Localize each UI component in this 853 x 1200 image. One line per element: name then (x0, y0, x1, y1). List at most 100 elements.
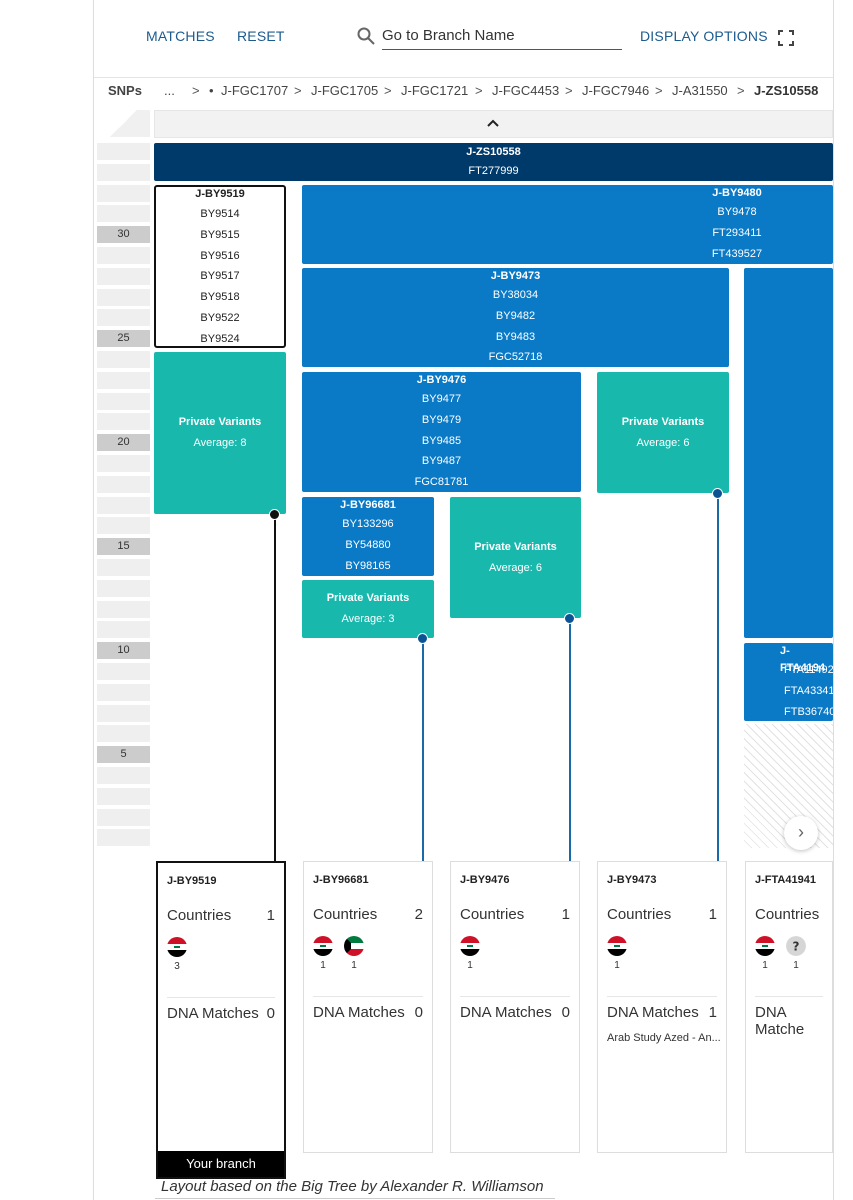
snp-label: FTA11492 (784, 664, 833, 676)
private-variants-by9473[interactable]: Private Variants Average: 6 (597, 372, 729, 493)
breadcrumb-item[interactable]: J-FGC1721 (401, 83, 468, 98)
private-variants-label: Private Variants (326, 592, 410, 604)
private-variants-by9519[interactable]: Private Variants Average: 8 (154, 352, 286, 514)
matches-button[interactable]: MATCHES (146, 28, 215, 44)
breadcrumb-item[interactable]: J-FGC4453 (492, 83, 559, 98)
axis-tick-label: 5 (97, 746, 150, 763)
fullscreen-icon[interactable] (778, 30, 794, 46)
iraq-flag-icon (607, 936, 627, 956)
dna-matches-row: DNA Matches 0 (313, 1004, 423, 1021)
countries-label: Countries (755, 906, 820, 923)
dna-matches-label: DNA Matches (167, 1005, 259, 1022)
axis-cell (97, 351, 150, 368)
axis-cell (97, 559, 150, 576)
display-options-button[interactable]: DISPLAY OPTIONS (640, 28, 768, 44)
branch-block-by9480[interactable]: J-BY9480 BY9478 FT293411 FT439527 (302, 185, 833, 264)
axis-cell (97, 809, 150, 826)
breadcrumb-item[interactable]: J-FGC7946 (582, 83, 649, 98)
reset-button[interactable]: RESET (237, 28, 285, 44)
snp-label: BY9515 (200, 228, 240, 241)
countries-row: Countries 1 (460, 906, 570, 923)
branch-block-unlabeled[interactable] (744, 268, 833, 638)
branch-card[interactable]: J-BY9476 Countries 1 1 DNA Matches 0 (450, 861, 580, 1153)
private-variants-label: Private Variants (474, 541, 557, 553)
match-note[interactable]: Arab Study Azed - An... (607, 1032, 722, 1044)
axis-cell (97, 164, 150, 181)
branch-name: J-BY96681 (340, 499, 396, 511)
branch-name: J-BY9519 (195, 188, 245, 200)
collapse-bar[interactable] (154, 110, 833, 138)
axis-tick-label: 20 (97, 434, 150, 451)
branch-card[interactable]: J-BY9519 Countries 1 3 DNA Matches 0 Your bran… (156, 861, 286, 1179)
branch-block-by96681[interactable]: J-BY96681 BY133296 BY54880 BY98165 (302, 497, 434, 576)
snp-label: BY9524 (200, 332, 240, 345)
search-icon[interactable] (356, 26, 376, 46)
next-arrow-button[interactable]: › (784, 816, 818, 850)
branch-card[interactable]: J-BY9473 Countries 1 1 DNA Matches 1 Arab Stud… (597, 861, 727, 1153)
branch-block-zs10558[interactable]: J-ZS10558 FT277999 (154, 143, 833, 181)
breadcrumb-item[interactable]: J-A31550 (672, 83, 728, 98)
snp-label: BY9485 (421, 434, 462, 447)
breadcrumb-ellipsis[interactable]: ... (164, 83, 175, 98)
breadcrumb-separator: > (737, 83, 745, 98)
branch-name: J-BY9473 (490, 270, 541, 282)
kuwait-flag-icon (344, 936, 364, 956)
chevron-up-icon[interactable] (485, 115, 501, 131)
axis-cell (97, 725, 150, 742)
axis-cell (97, 247, 150, 264)
card-branch-name: J-BY9519 (167, 875, 217, 887)
flag-count: 1 (762, 960, 768, 971)
breadcrumb-current: J-ZS10558 (754, 83, 819, 98)
axis-tick-label: 30 (97, 226, 150, 243)
private-variants-label: Private Variants (621, 416, 705, 428)
branch-search (356, 20, 622, 50)
countries-label: Countries (460, 906, 525, 923)
breadcrumb-item[interactable]: J-FGC1707 (221, 83, 288, 98)
private-variants-by96681[interactable]: Private Variants Average: 3 (302, 580, 434, 638)
axis-cell (97, 393, 150, 410)
branch-block-by9473[interactable]: J-BY9473 BY38034 BY9482 BY9483 FGC52718 (302, 268, 729, 367)
card-branch-name: J-BY9476 (460, 874, 510, 886)
snp-label: BY9514 (200, 208, 240, 220)
search-input[interactable] (382, 22, 622, 50)
divider (167, 997, 275, 998)
branch-name: J-FTA4194 (780, 645, 826, 674)
countries-row: Countries 2 (313, 906, 423, 923)
breadcrumb-item[interactable]: J-FGC1705 (311, 83, 378, 98)
branch-block-fta41941[interactable]: J-FTA4194 FTA11492 FTA43341 FTB36740 (744, 643, 833, 721)
private-variants-by9476[interactable]: Private Variants Average: 6 (450, 497, 581, 618)
card-branch-name: J-BY96681 (313, 874, 369, 886)
snp-label: FTB36740 (784, 705, 833, 718)
dna-matches-label: DNA Matches (460, 1004, 552, 1021)
snp-label: FTA43341 (784, 684, 833, 697)
axis-cell (97, 663, 150, 680)
snp-label: BY9522 (200, 311, 240, 324)
countries-count: 1 (561, 906, 570, 923)
axis-cell (97, 767, 150, 784)
unknown-flag-icon: ? (786, 936, 806, 956)
dna-matches-count: 0 (414, 1004, 423, 1021)
snp-label: FGC81781 (414, 476, 469, 489)
iraq-flag-icon (460, 936, 480, 956)
iraq-flag-icon (755, 936, 775, 956)
snp-label: BY9479 (421, 413, 462, 426)
axis-cell (97, 684, 150, 701)
axis-cell (97, 788, 150, 805)
dna-matches-label: DNA Matches (313, 1004, 405, 1021)
branch-card[interactable]: J-FTA41941 Countries 1? 1 DNA Matche (745, 861, 833, 1153)
flag-count: 1 (793, 960, 799, 971)
breadcrumb-separator: > (294, 83, 302, 98)
divider (155, 1198, 555, 1199)
breadcrumb-separator: > (565, 83, 573, 98)
branch-name: J-ZS10558 (466, 146, 521, 158)
countries-count: 1 (266, 907, 275, 924)
branch-block-by9476[interactable]: J-BY9476 BY9477 BY9479 BY9485 BY9487 FGC… (302, 372, 581, 492)
snp-label: BY9518 (200, 291, 240, 304)
branch-card[interactable]: J-BY96681 Countries 2 1 1 DNA Matches 0 (303, 861, 433, 1153)
flag-count: 1 (467, 960, 473, 971)
flag-count: 1 (320, 960, 326, 971)
axis-cell (97, 289, 150, 306)
axis-cell (97, 829, 150, 846)
breadcrumb-separator: > (475, 83, 483, 98)
branch-block-by9519[interactable]: J-BY9519 BY9514 BY9515 BY9516 BY9517 BY9… (154, 185, 286, 348)
